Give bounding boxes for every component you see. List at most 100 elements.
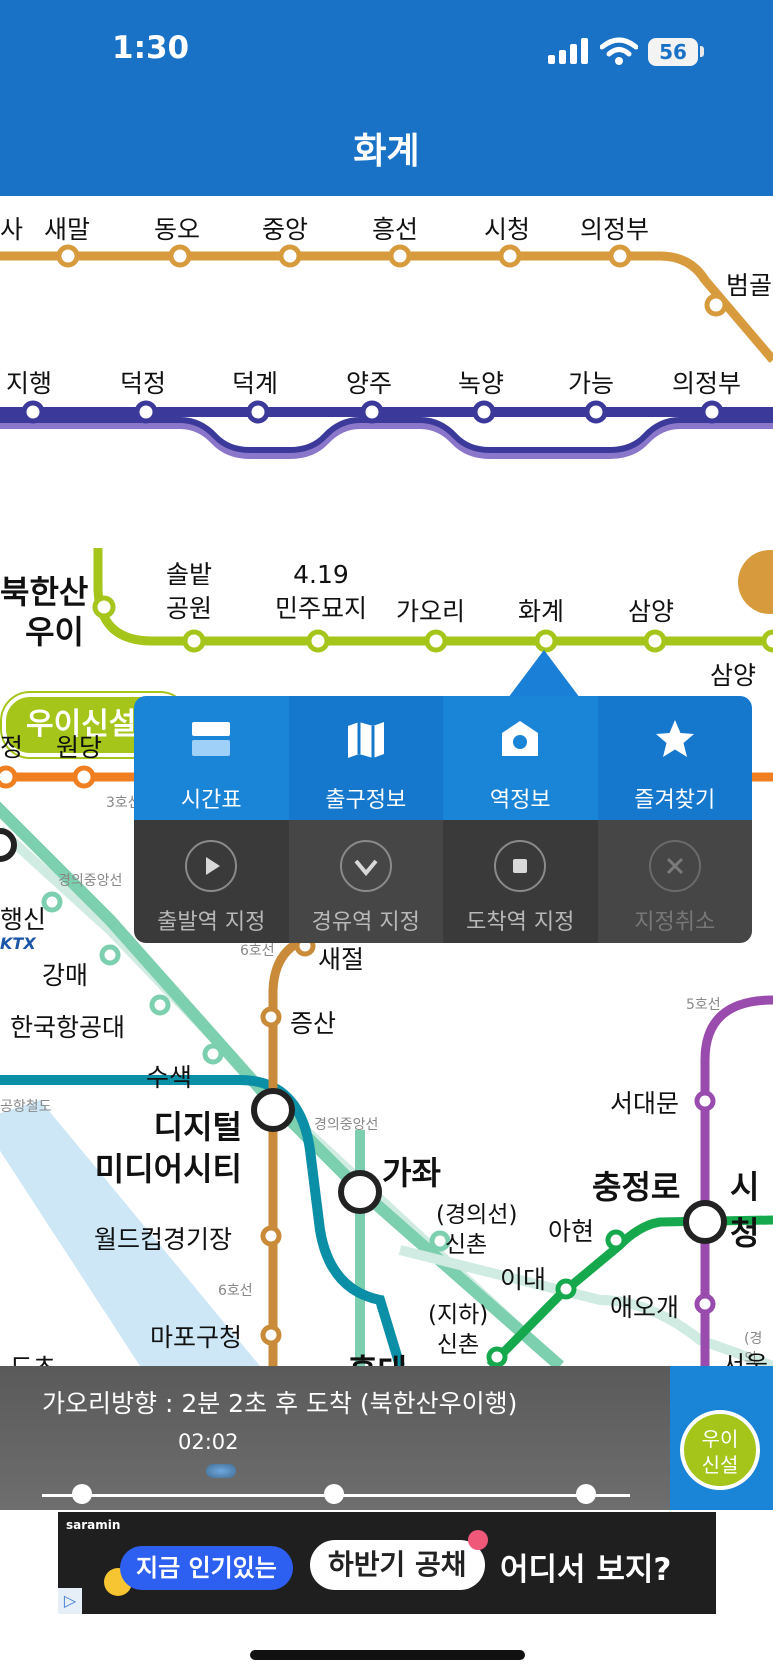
station-label[interactable]: 애오개 <box>610 1288 679 1324</box>
route-station-dot <box>324 1484 344 1504</box>
set-departure-label: 출발역 지정 <box>157 910 266 935</box>
station-label-dmc[interactable]: 디지털 미디어시티 <box>66 1106 242 1190</box>
arrival-countdown: 02:02 <box>178 1430 239 1454</box>
station-label[interactable]: 지행 <box>6 364 52 400</box>
station-label[interactable]: 가능 <box>568 364 614 400</box>
station-info-label: 역정보 <box>489 788 551 813</box>
status-time: 1:30 <box>112 30 190 66</box>
close-icon <box>648 840 701 892</box>
station-label[interactable]: 새절 <box>318 940 364 976</box>
station-label[interactable]: 행신 <box>0 900 46 936</box>
signal-icon <box>548 38 590 64</box>
arrival-text: 가오리방향 : 2분 2초 후 도착 (북한산우이행) <box>42 1389 518 1418</box>
page-title: 화계 <box>353 131 420 172</box>
station-action-popup: 시간표 출구정보 역정보 즐겨찾기 출발역 지정 경유역 지정 도착역 지정 지… <box>134 696 752 943</box>
station-label[interactable]: 범골 <box>726 266 772 302</box>
ad-main: 하반기 공채 <box>310 1540 485 1590</box>
station-label[interactable]: 아현 <box>548 1212 594 1248</box>
line-label: 공항철도 <box>0 1099 52 1115</box>
battery-tip <box>700 46 704 57</box>
cancel-designation-label: 지정취소 <box>634 910 716 935</box>
timetable-button[interactable]: 시간표 <box>134 696 289 820</box>
station-label[interactable]: 동오 <box>154 210 200 246</box>
station-label[interactable]: 서울 <box>722 1346 768 1366</box>
timetable-label: 시간표 <box>180 788 242 813</box>
line-badge[interactable]: 우이 신설 <box>680 1410 760 1490</box>
station-label-bukhansan[interactable]: 북한산 우이 <box>0 572 88 652</box>
ad-tail: 어디서 보지? <box>500 1552 672 1588</box>
station-label[interactable]: 증산 <box>290 1004 336 1040</box>
station-label[interactable]: 덕계 <box>232 364 278 400</box>
wifi-icon <box>600 37 638 65</box>
station-label[interactable]: 마포구청 <box>150 1318 242 1354</box>
station-label[interactable]: 정 <box>0 728 23 764</box>
station-label-sinchon-gyeongui[interactable]: (경의선) 신촌 <box>436 1200 517 1260</box>
play-icon <box>185 840 238 892</box>
station-label[interactable]: 홍대 <box>348 1346 407 1366</box>
station-label[interactable]: 의정부 <box>672 364 741 400</box>
line-label: 경의중앙선 <box>58 873 123 889</box>
line-label: 5호선 <box>686 997 721 1013</box>
route-station-dot <box>576 1484 596 1504</box>
exit-info-button[interactable]: 출구정보 <box>288 696 443 820</box>
station-label[interactable]: 양주 <box>346 364 392 400</box>
ad-pill: 지금 인기있는 <box>120 1546 293 1590</box>
home-indicator[interactable] <box>250 1650 525 1660</box>
station-label[interactable]: 덕정 <box>120 364 166 400</box>
set-via-button[interactable]: 경유역 지정 <box>288 820 443 943</box>
line-badge-label: 우이 신설 <box>701 1427 739 1477</box>
map-icon <box>347 722 384 758</box>
station-label[interactable]: 드초 <box>10 1348 56 1366</box>
ad-brand: saramin <box>66 1518 121 1532</box>
set-departure-button[interactable]: 출발역 지정 <box>134 820 289 943</box>
arrival-info-bar: 가오리방향 : 2분 2초 후 도착 (북한산우이행) 02:02 <box>0 1366 670 1510</box>
station-label[interactable]: 사 <box>0 210 23 246</box>
station-label[interactable]: 중앙 <box>262 210 308 246</box>
set-arrival-label: 도착역 지정 <box>466 910 575 935</box>
station-label[interactable]: 4.19 민주묘지 <box>266 558 376 626</box>
timetable-icon <box>192 722 230 756</box>
star-icon <box>655 720 694 757</box>
stop-icon <box>494 840 547 892</box>
set-arrival-button[interactable]: 도착역 지정 <box>443 820 598 943</box>
station-label[interactable]: 의정부 <box>580 210 649 246</box>
ad-choices-icon[interactable]: ▷ <box>58 1588 82 1614</box>
station-label[interactable]: 서대문 <box>610 1084 679 1120</box>
station-label-sinchon-subway[interactable]: (지하) 신촌 <box>428 1300 488 1360</box>
station-label[interactable]: 이대 <box>500 1260 546 1296</box>
station-label[interactable]: 월드컵경기장 <box>94 1220 232 1256</box>
station-label[interactable]: 새말 <box>44 210 90 246</box>
station-info-icon <box>502 721 538 756</box>
station-label[interactable]: 강매 <box>42 956 88 992</box>
set-via-label: 경유역 지정 <box>311 910 420 935</box>
station-label[interactable]: 흥선 <box>372 210 418 246</box>
route-station-dot <box>72 1484 92 1504</box>
favorite-label: 즐겨찾기 <box>634 788 716 813</box>
app-header: 1:30 56 화계 <box>0 0 773 196</box>
train-position-indicator <box>206 1464 236 1478</box>
station-label-current[interactable]: 화계 <box>518 592 564 628</box>
popup-pointer <box>508 650 580 698</box>
station-label-chungjeongno[interactable]: 충정로 <box>592 1162 680 1208</box>
battery-icon: 56 <box>648 38 698 66</box>
favorite-button[interactable]: 즐겨찾기 <box>597 696 752 820</box>
station-label[interactable]: 시청 <box>484 210 530 246</box>
station-label[interactable]: 시청 <box>730 1162 773 1254</box>
station-label[interactable]: 삼양 <box>628 592 674 628</box>
ad-banner[interactable]: saramin 지금 인기있는 하반기 공채 어디서 보지? ▷ <box>58 1512 716 1614</box>
cancel-designation-button[interactable]: 지정취소 <box>597 820 752 943</box>
line-label: 6호선 <box>218 1283 253 1299</box>
ktx-label: KTX <box>0 934 36 953</box>
station-label[interactable]: 수색 <box>146 1058 192 1094</box>
heart-icon <box>468 1530 488 1550</box>
station-label[interactable]: 원당 <box>56 728 102 764</box>
line-label: 경의중앙선 <box>314 1117 379 1133</box>
station-label[interactable]: 가오리 <box>396 592 465 628</box>
station-label-gajwa[interactable]: 가좌 <box>382 1148 441 1194</box>
station-info-button[interactable]: 역정보 <box>443 696 598 820</box>
line-label: 6호선 <box>240 943 275 959</box>
station-label[interactable]: 솔밭 공원 <box>166 558 212 626</box>
station-label[interactable]: 한국항공대 <box>10 1008 125 1044</box>
station-label[interactable]: 녹양 <box>458 364 504 400</box>
exit-info-label: 출구정보 <box>325 788 407 813</box>
